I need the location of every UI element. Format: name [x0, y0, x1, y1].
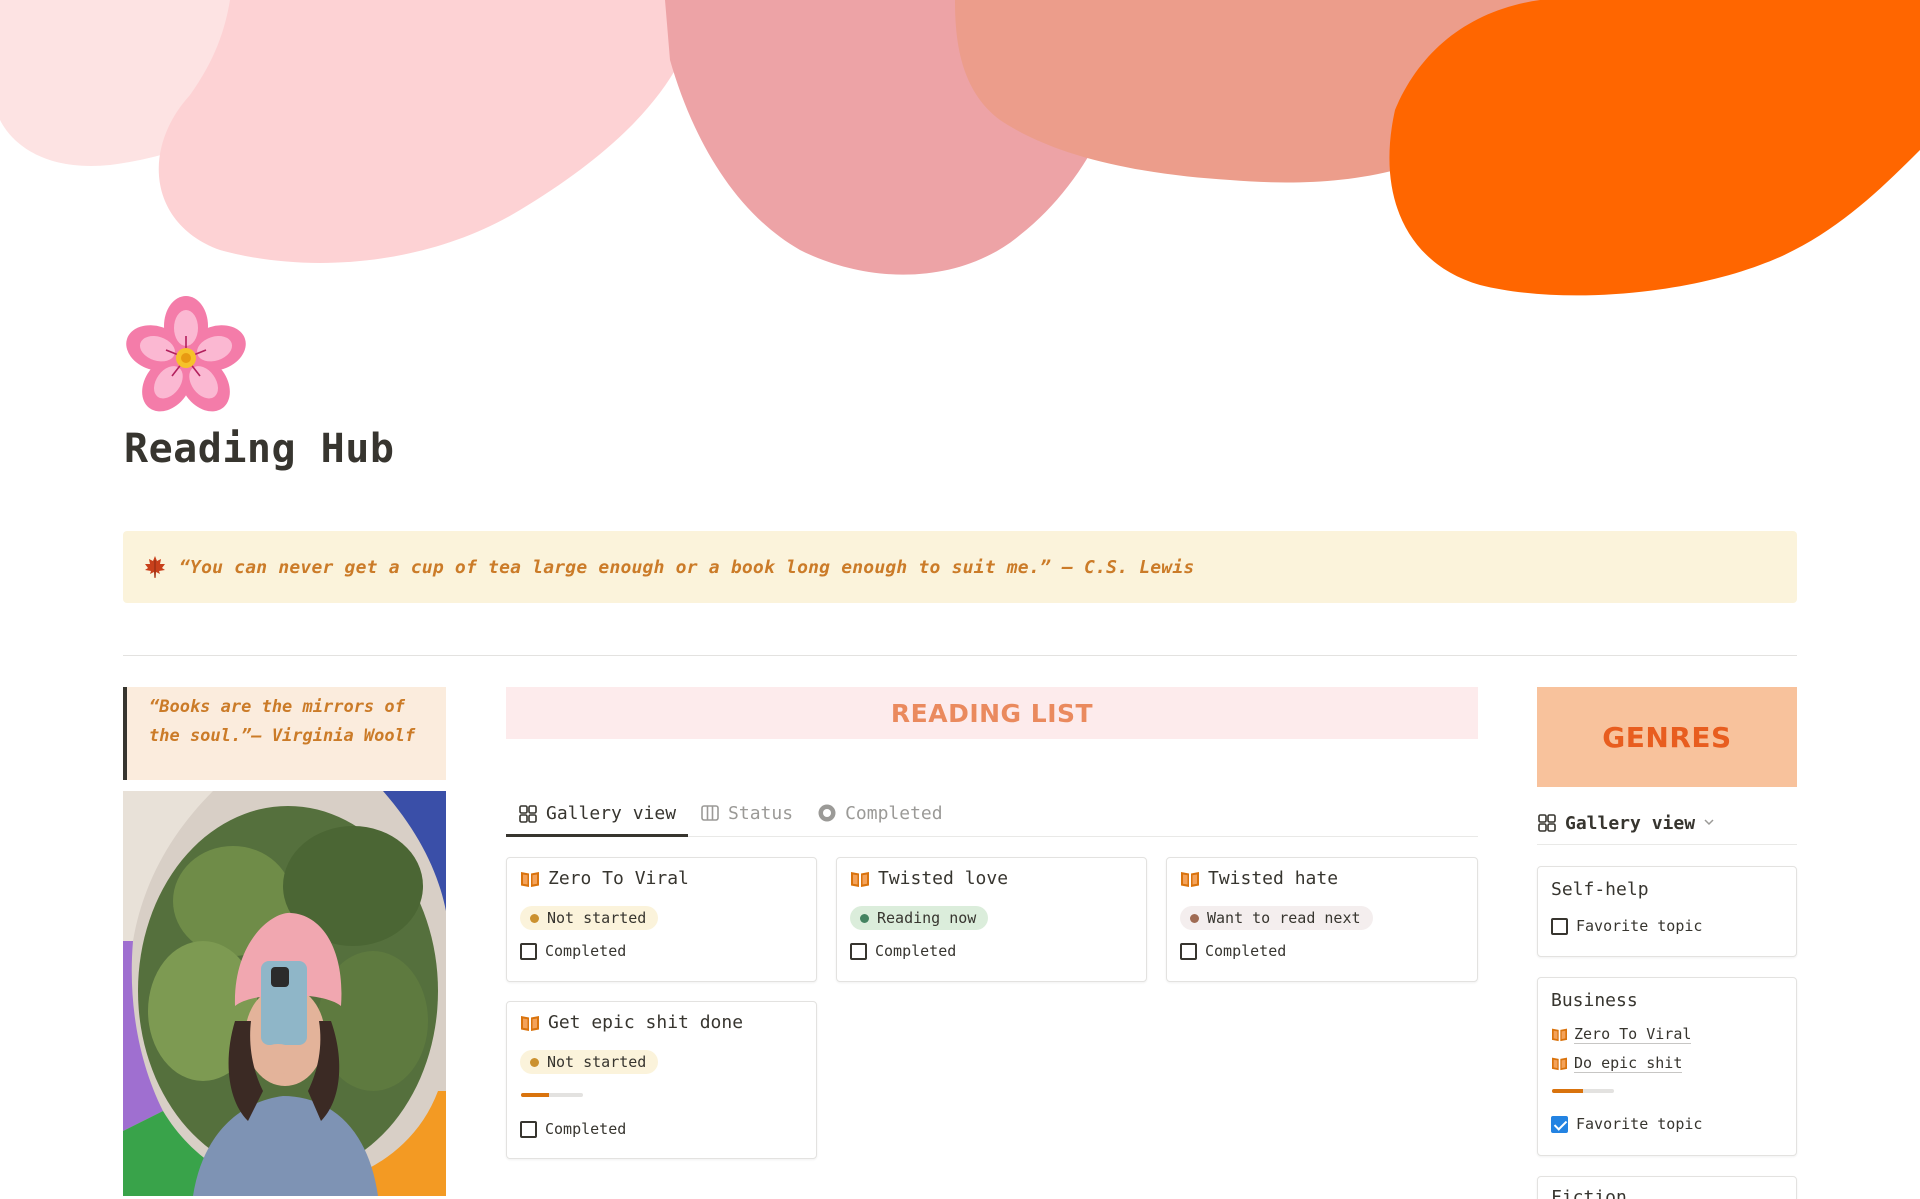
favorite-checkbox-row[interactable]: Favorite topic — [1551, 917, 1702, 935]
progress-bar — [1552, 1089, 1614, 1093]
circle-status-icon — [818, 804, 836, 822]
related-book-title: Do epic shit — [1574, 1054, 1683, 1073]
status-dot — [860, 913, 869, 923]
completed-checkbox-row[interactable]: Completed — [850, 942, 956, 960]
status-text: Not started — [547, 909, 647, 927]
status-badge: Not started — [520, 1050, 659, 1074]
reading-list-header[interactable]: READING LIST — [506, 687, 1478, 739]
book-card[interactable]: Zero To Viral Not started Completed — [506, 857, 817, 982]
tab-label: Gallery view — [546, 803, 677, 824]
completed-checkbox-row[interactable]: Completed — [520, 1120, 626, 1138]
page-cover — [0, 0, 1920, 300]
status-badge: Want to read next — [1180, 906, 1373, 930]
favorite-checkbox[interactable] — [1551, 917, 1568, 935]
completed-checkbox[interactable] — [520, 942, 537, 960]
genre-card[interactable]: Self-help Favorite topic — [1537, 866, 1797, 957]
genres-header[interactable]: GENRES — [1537, 687, 1797, 787]
open-book-icon — [1552, 1028, 1567, 1042]
status-badge: Reading now — [850, 906, 989, 930]
profile-photo[interactable] — [123, 791, 446, 1196]
cherry-blossom-icon[interactable] — [124, 296, 248, 420]
checkbox-label: Completed — [545, 1120, 627, 1138]
favorite-checkbox-row[interactable]: Favorite topic — [1551, 1115, 1702, 1133]
progress-bar — [521, 1093, 583, 1097]
book-card[interactable]: Get epic shit done Not started Completed — [506, 1001, 817, 1159]
view-label: Gallery view — [1565, 812, 1696, 834]
board-icon — [701, 805, 719, 821]
open-book-icon — [1181, 871, 1199, 887]
completed-checkbox-row[interactable]: Completed — [1180, 942, 1286, 960]
tab-label: Completed — [845, 802, 943, 824]
divider — [123, 655, 1797, 656]
maple-leaf-icon — [143, 555, 167, 579]
open-book-icon — [521, 871, 539, 887]
related-book-link[interactable]: Do epic shit — [1551, 1054, 1683, 1073]
genre-title: Self-help — [1551, 879, 1649, 900]
open-book-icon — [1552, 1057, 1567, 1071]
checkbox-label: Completed — [1205, 942, 1287, 960]
open-book-icon — [521, 1015, 539, 1031]
tab-gallery-view[interactable]: Gallery view — [506, 790, 689, 837]
book-title-text: Zero To Viral — [548, 868, 689, 889]
checkbox-label: Favorite topic — [1576, 917, 1703, 935]
completed-checkbox-row[interactable]: Completed — [520, 942, 626, 960]
status-dot — [1190, 913, 1199, 923]
open-book-icon — [851, 871, 869, 887]
tab-label: Status — [728, 802, 794, 824]
status-badge: Not started — [520, 906, 659, 930]
gallery-icon — [1538, 814, 1556, 832]
status-text: Not started — [547, 1053, 647, 1071]
side-quote-text: “Books are the mirrors of the soul.”— Vi… — [149, 697, 416, 746]
checkbox-label: Completed — [545, 942, 627, 960]
genres-view-selector[interactable]: Gallery view — [1537, 802, 1797, 845]
completed-checkbox[interactable] — [1180, 942, 1197, 960]
cover-blobs-illustration — [0, 0, 1920, 300]
book-card[interactable]: Twisted love Reading now Completed — [836, 857, 1147, 982]
genre-title: Business — [1551, 990, 1638, 1011]
book-card-title: Twisted love — [850, 868, 1008, 889]
related-book-title: Zero To Viral — [1574, 1025, 1692, 1044]
status-text: Reading now — [877, 909, 977, 927]
page-title[interactable]: Reading Hub — [124, 426, 394, 472]
status-dot — [530, 1057, 539, 1067]
genres-heading: GENRES — [1602, 720, 1732, 754]
callout-quote-text: “You can never get a cup of tea large en… — [179, 556, 1195, 578]
reading-list-view-tabs: Gallery view Status Completed — [506, 790, 1478, 837]
quote-callout[interactable]: “You can never get a cup of tea large en… — [123, 531, 1797, 603]
book-title-text: Twisted love — [878, 868, 1009, 889]
status-text: Want to read next — [1207, 909, 1361, 927]
related-book-link[interactable]: Zero To Viral — [1551, 1025, 1692, 1044]
checkbox-label: Completed — [875, 942, 957, 960]
status-dot — [530, 913, 539, 923]
progress-fill — [521, 1093, 549, 1097]
book-card-title: Get epic shit done — [520, 1012, 743, 1033]
tab-completed[interactable]: Completed — [805, 790, 955, 836]
book-card-title: Twisted hate — [1180, 868, 1338, 889]
genre-title: Fiction — [1551, 1187, 1627, 1199]
checkbox-label: Favorite topic — [1576, 1115, 1703, 1133]
book-title-text: Get epic shit done — [548, 1012, 744, 1033]
favorite-checkbox[interactable] — [1551, 1115, 1568, 1133]
genre-card[interactable]: Fiction — [1537, 1176, 1797, 1199]
completed-checkbox[interactable] — [520, 1120, 537, 1138]
book-card-title: Zero To Viral — [520, 868, 689, 889]
book-card[interactable]: Twisted hate Want to read next Completed — [1166, 857, 1478, 982]
progress-fill — [1552, 1089, 1583, 1093]
chevron-down-icon — [1703, 816, 1715, 831]
reading-list-heading: READING LIST — [890, 698, 1094, 728]
completed-checkbox[interactable] — [850, 942, 867, 960]
genre-card[interactable]: Business Zero To Viral Do epic shit Favo… — [1537, 977, 1797, 1156]
tab-status[interactable]: Status — [688, 790, 805, 836]
book-title-text: Twisted hate — [1208, 868, 1339, 889]
side-quote-block[interactable]: “Books are the mirrors of the soul.”— Vi… — [123, 687, 446, 780]
gallery-icon — [519, 804, 537, 823]
